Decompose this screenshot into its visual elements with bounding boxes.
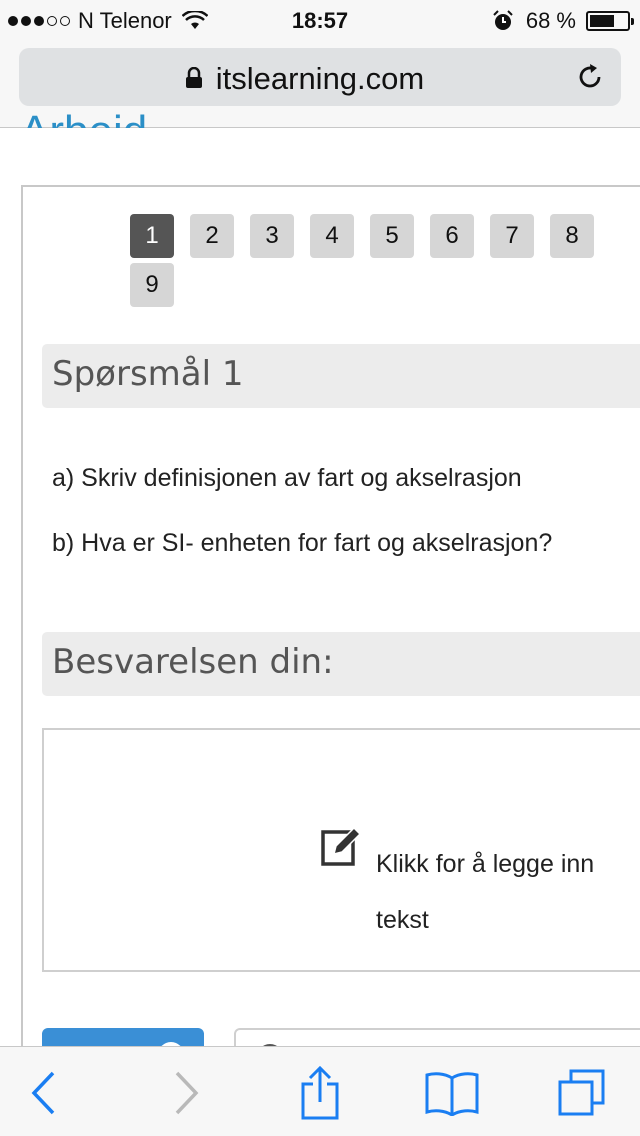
tabs-icon [558,1069,605,1116]
forward-button[interactable] [156,1067,216,1119]
page-button-9[interactable]: 9 [130,263,174,307]
page-button-3[interactable]: 3 [250,214,294,258]
page-button-2[interactable]: 2 [190,214,234,258]
page-button-6[interactable]: 6 [430,214,474,258]
question-pager: 12345678 9 [130,214,610,307]
answer-input-area[interactable]: Klikk for å legge inn tekst [42,728,640,972]
battery-percent: 68 % [525,8,576,33]
reload-icon[interactable] [575,62,605,92]
page-button-8[interactable]: 8 [550,214,594,258]
edit-icon [321,826,362,866]
page-button-7[interactable]: 7 [490,214,534,258]
page-heading: Arbeid [20,104,147,128]
share-icon [301,1066,339,1120]
status-bar: N Telenor 18:57 68 % [0,0,640,40]
bookmarks-button[interactable] [422,1067,482,1119]
url-text: itslearning.com [215,61,425,96]
share-button[interactable] [290,1066,350,1120]
chevron-left-icon [31,1071,55,1115]
back-button[interactable] [14,1067,74,1119]
address-bar[interactable]: itslearning.com [19,48,621,106]
question-header: Spørsmål 1 [42,344,640,408]
answer-placeholder: Klikk for å legge inn tekst [376,850,595,934]
browser-toolbar [0,1046,640,1136]
alarm-icon [493,10,513,30]
chevron-right-icon [175,1071,199,1115]
status-right: 68 % [492,8,634,34]
question-line-b: b) Hva er SI- enheten for fart og akselr… [52,529,553,557]
question-line-a: a) Skriv definisjonen av fart og akselra… [52,464,522,492]
book-icon [425,1072,479,1116]
battery-icon [586,11,634,31]
battery-fill [590,15,615,27]
battery-tip [631,18,634,25]
answer-header: Besvarelsen din: [42,632,640,696]
question-title: Spørsmål 1 [52,354,244,394]
page-button-4[interactable]: 4 [310,214,354,258]
page-button-5[interactable]: 5 [370,214,414,258]
answer-title: Besvarelsen din: [52,642,334,682]
tabs-button[interactable] [552,1067,612,1119]
page-button-1[interactable]: 1 [130,214,174,258]
